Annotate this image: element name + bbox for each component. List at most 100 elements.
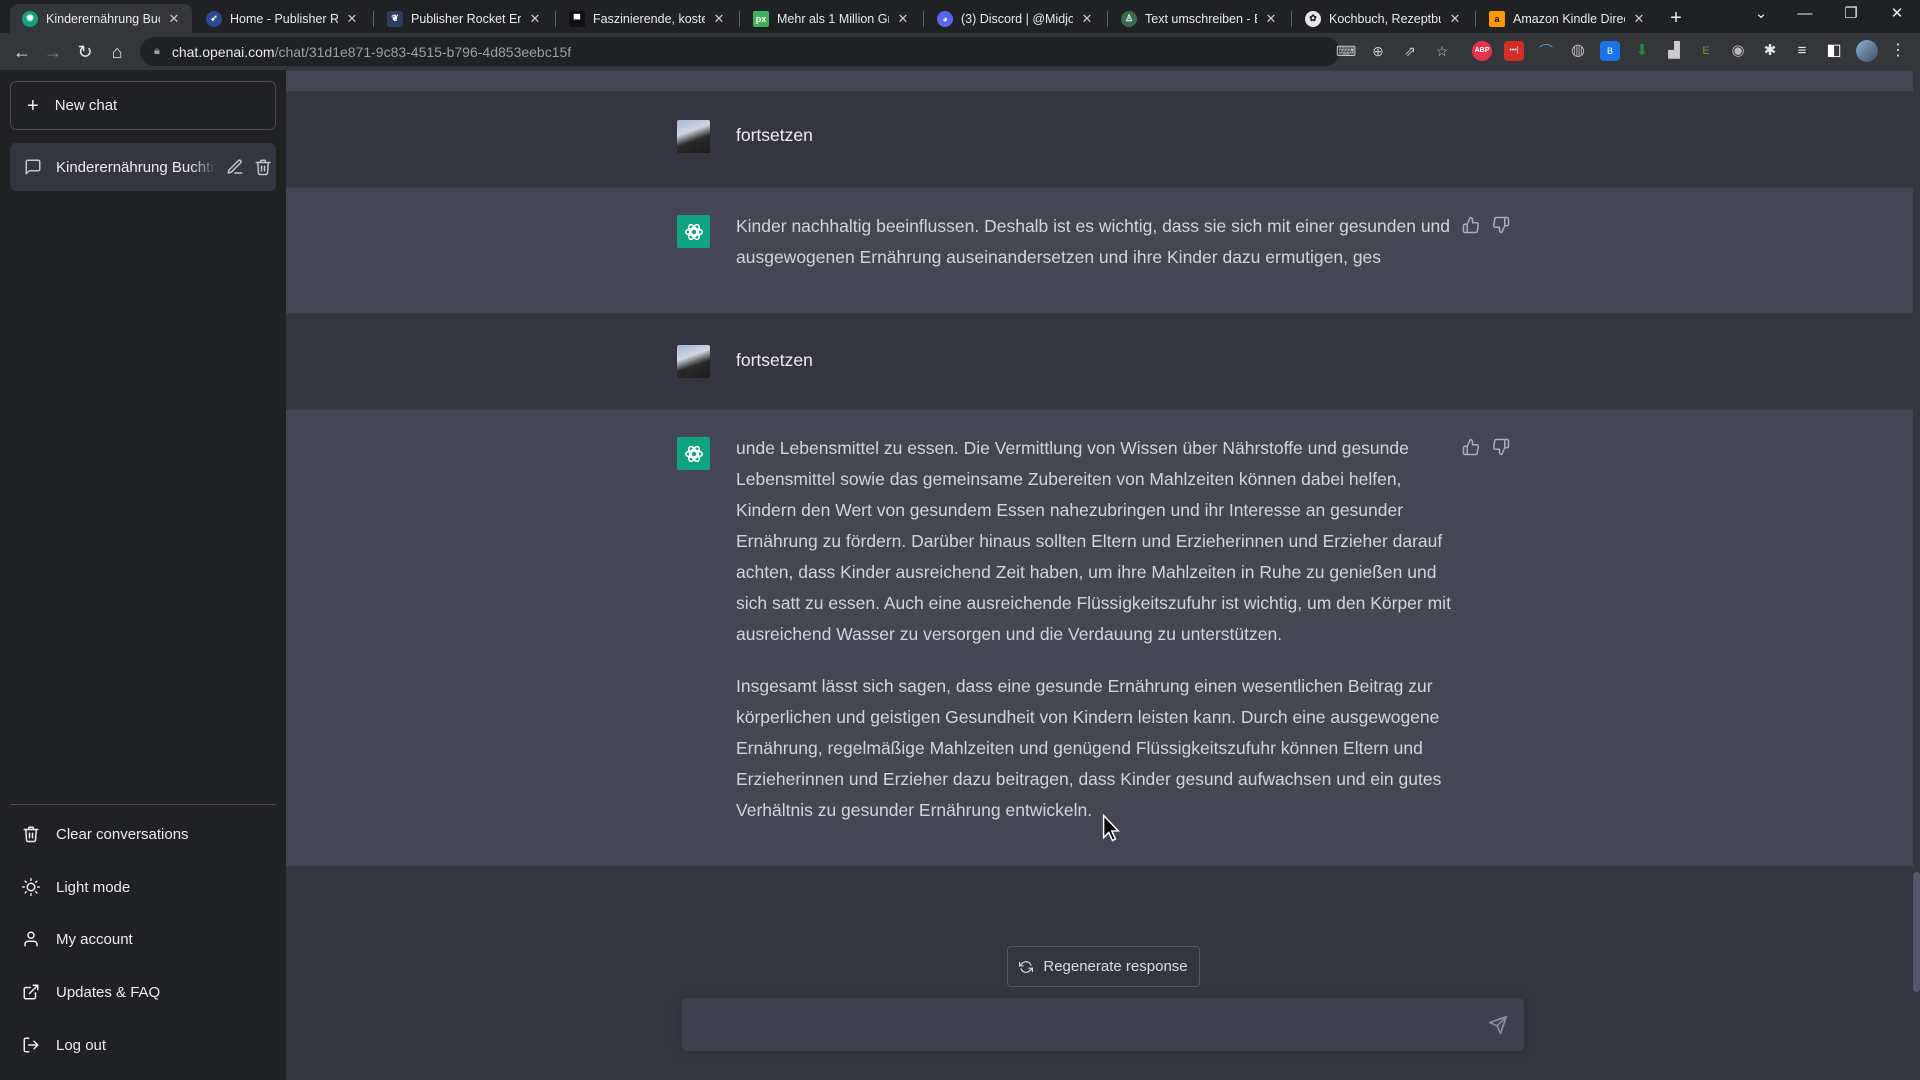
globe-icon[interactable]: ◍ bbox=[1568, 41, 1588, 61]
tab-search-button[interactable]: ⌄ bbox=[1738, 0, 1784, 30]
openai-logo-icon bbox=[684, 445, 703, 462]
sidepanel-icon[interactable]: ◧ bbox=[1824, 41, 1844, 61]
url-path: /chat/31d1e871-9c83-4515-b796-4d853eebc1… bbox=[274, 43, 572, 60]
translate-icon[interactable]: ⌨ bbox=[1336, 41, 1356, 61]
assistant-message: Kinder nachhaltig beeinflussen. Deshalb … bbox=[286, 187, 1913, 314]
close-tab-icon[interactable]: ✕ bbox=[1447, 11, 1463, 27]
close-tab-icon[interactable]: ✕ bbox=[1079, 11, 1095, 27]
profile-avatar[interactable] bbox=[1856, 40, 1878, 62]
light-mode-button[interactable]: Light mode bbox=[10, 865, 276, 909]
mouse-cursor-icon bbox=[1102, 814, 1120, 842]
new-tab-button[interactable]: + bbox=[1663, 6, 1689, 32]
reload-button[interactable]: ↻ bbox=[71, 38, 99, 66]
chatgpt-avatar bbox=[677, 437, 710, 470]
close-window-button[interactable]: ✕ bbox=[1874, 0, 1920, 30]
user-avatar bbox=[677, 120, 710, 153]
maximize-button[interactable]: ❐ bbox=[1828, 0, 1874, 30]
plus-icon: + bbox=[27, 94, 39, 117]
conversation-title: Kinderernährung Buchtitel bbox=[56, 158, 216, 176]
tab-title: Text umschreiben - Bester bbox=[1145, 11, 1257, 26]
tab-publisher-rocket-erfahrungen[interactable]: ❦ Publisher Rocket Erfahrungen ✕ bbox=[375, 4, 553, 33]
close-tab-icon[interactable]: ✕ bbox=[166, 11, 182, 27]
assistant-paragraph: Kinder nachhaltig beeinflussen. Deshalb … bbox=[736, 216, 1451, 267]
menu-label: Updates & FAQ bbox=[56, 983, 161, 1001]
user-message-text: fortsetzen bbox=[736, 350, 813, 370]
pixabay-favicon-icon: px bbox=[753, 10, 769, 27]
external-link-icon bbox=[23, 984, 39, 1000]
puzzle-icon[interactable]: ✱ bbox=[1760, 41, 1780, 61]
download-icon[interactable]: ⬇ bbox=[1632, 41, 1652, 61]
chat-scrollbar[interactable] bbox=[1913, 70, 1920, 1080]
rainbow-icon[interactable]: ⌒ bbox=[1536, 41, 1556, 61]
tab-separator bbox=[1107, 11, 1108, 27]
media-icon[interactable]: ≡ bbox=[1792, 41, 1812, 61]
thumbs-down-icon[interactable] bbox=[1492, 216, 1510, 234]
bookmark-star-icon[interactable]: ☆ bbox=[1432, 41, 1452, 61]
stairs-icon[interactable]: ▟ bbox=[1664, 41, 1684, 61]
tab-separator bbox=[555, 11, 556, 27]
url-host: chat.openai.com bbox=[171, 43, 275, 60]
home-button[interactable]: ⌂ bbox=[103, 38, 131, 66]
assistant-message-text: Kinder nachhaltig beeinflussen. Deshalb … bbox=[736, 211, 1456, 273]
abp-icon[interactable]: ABP bbox=[1472, 41, 1492, 61]
user-avatar bbox=[677, 345, 710, 378]
minimize-button[interactable]: — bbox=[1782, 0, 1828, 30]
thumbs-up-icon[interactable] bbox=[1462, 438, 1480, 456]
zoom-icon[interactable]: ⊕ bbox=[1368, 41, 1388, 61]
tab-title: Mehr als 1 Million Gratis bbox=[777, 11, 889, 26]
tab-kinderernaehrung[interactable]: ✺ Kinderernährung Buchtitel ✕ bbox=[10, 4, 192, 33]
user-message-text: fortsetzen bbox=[736, 125, 813, 145]
browser-toolbar: ← → ↻ ⌂ 🔒︎ chat.openai.com /chat/31d1e87… bbox=[0, 33, 1920, 70]
assistant-message-partial-top bbox=[286, 70, 1913, 92]
eye-ext-icon[interactable]: E bbox=[1696, 41, 1716, 61]
regenerate-response-button[interactable]: Regenerate response bbox=[1007, 946, 1200, 987]
close-tab-icon[interactable]: ✕ bbox=[895, 11, 911, 27]
tab-pixabay[interactable]: px Mehr als 1 Million Gratis ✕ bbox=[741, 4, 921, 33]
close-tab-icon[interactable]: ✕ bbox=[711, 11, 727, 27]
tab-publisher-rocket-home[interactable]: ➶ Home - Publisher Rocket ✕ bbox=[194, 4, 370, 33]
unsplash-favicon-icon: ▀ bbox=[569, 10, 585, 27]
updates-faq-link[interactable]: Updates & FAQ bbox=[10, 970, 276, 1014]
tab-title: Faszinierende, kostenlose bbox=[593, 11, 705, 26]
back-button[interactable]: ← bbox=[8, 38, 36, 66]
tab-separator bbox=[1475, 11, 1476, 27]
camera-icon[interactable]: ◉ bbox=[1728, 41, 1748, 61]
lock-icon: 🔒︎ bbox=[154, 45, 160, 57]
new-chat-label: New chat bbox=[54, 97, 118, 114]
menu-label: Clear conversations bbox=[56, 825, 189, 843]
user-icon bbox=[24, 931, 38, 947]
tab-amazon-kdp[interactable]: a Amazon Kindle Direct ✕ bbox=[1477, 4, 1657, 33]
forward-button[interactable]: → bbox=[39, 38, 67, 66]
delete-trash-icon[interactable] bbox=[254, 158, 272, 176]
translate-ext-icon[interactable]: B bbox=[1600, 41, 1620, 61]
tab-discord[interactable]: ◕ (3) Discord | @Midjourney ✕ bbox=[925, 4, 1105, 33]
tab-separator bbox=[373, 11, 374, 27]
thumbs-down-icon[interactable] bbox=[1492, 438, 1510, 456]
tab-unsplash[interactable]: ▀ Faszinierende, kostenlose ✕ bbox=[557, 4, 737, 33]
log-out-button[interactable]: Log out bbox=[10, 1023, 276, 1067]
openai-favicon-icon: ✺ bbox=[22, 10, 38, 27]
new-chat-button[interactable]: + New chat bbox=[10, 81, 276, 130]
tab-text-umschreiben[interactable]: ♙ Text umschreiben - Bester ✕ bbox=[1109, 4, 1289, 33]
chrome-menu-icon[interactable]: ⋮ bbox=[1888, 41, 1908, 61]
conversation-item[interactable]: Kinderernährung Buchtitel bbox=[10, 143, 276, 191]
close-tab-icon[interactable]: ✕ bbox=[344, 11, 360, 27]
close-tab-icon[interactable]: ✕ bbox=[1631, 11, 1647, 27]
my-account-button[interactable]: My account bbox=[10, 917, 276, 961]
close-tab-icon[interactable]: ✕ bbox=[527, 11, 543, 27]
tab-kochbuch[interactable]: ✿ Kochbuch, Rezeptbuch ✕ bbox=[1293, 4, 1473, 33]
send-icon[interactable] bbox=[1488, 1015, 1508, 1035]
menu-label: Log out bbox=[56, 1036, 107, 1054]
clear-conversations-button[interactable]: Clear conversations bbox=[10, 812, 276, 856]
edit-pencil-icon[interactable] bbox=[226, 158, 244, 176]
share-icon[interactable]: ⇗ bbox=[1400, 41, 1420, 61]
close-tab-icon[interactable]: ✕ bbox=[1263, 11, 1279, 27]
tab-title: Kinderernährung Buchtitel bbox=[46, 11, 160, 26]
address-bar[interactable]: 🔒︎ chat.openai.com /chat/31d1e871-9c83-4… bbox=[140, 37, 1340, 66]
tab-title: Home - Publisher Rocket bbox=[230, 11, 338, 26]
scrollbar-thumb[interactable] bbox=[1913, 872, 1920, 992]
chatgpt-avatar bbox=[677, 215, 710, 248]
lastpass-icon[interactable]: •••| bbox=[1504, 41, 1524, 61]
thumbs-up-icon[interactable] bbox=[1462, 216, 1480, 234]
message-input[interactable] bbox=[698, 1012, 1478, 1036]
